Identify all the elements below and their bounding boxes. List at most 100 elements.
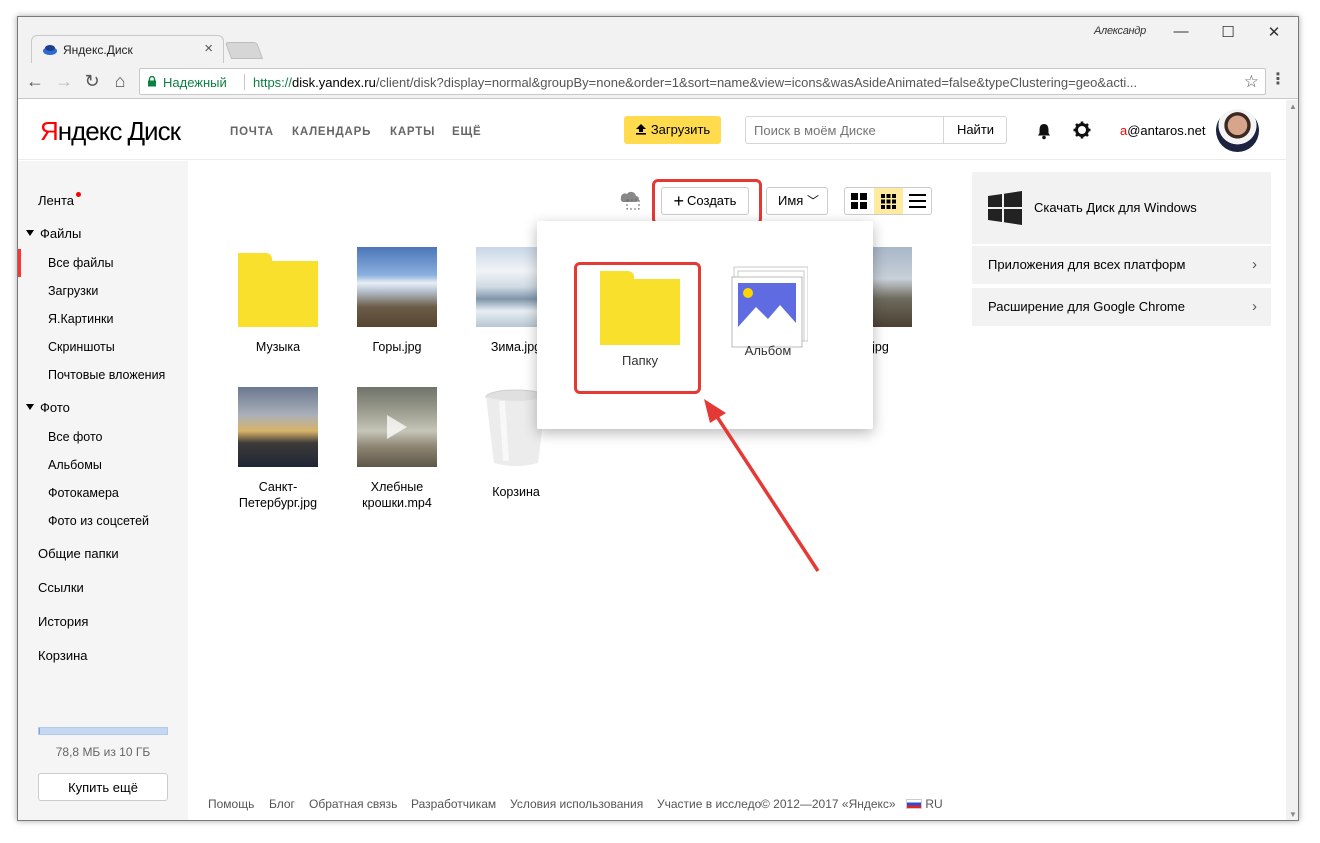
view-list[interactable]	[903, 188, 932, 214]
sidebar-item-screenshots[interactable]: Скриншоты	[48, 340, 115, 354]
sidebar-item-links[interactable]: Ссылки	[38, 580, 84, 595]
promo-all-platforms[interactable]: Приложения для всех платформ ›	[972, 246, 1271, 284]
omnibox-divider	[244, 74, 245, 90]
file-name: Музыка	[255, 340, 301, 354]
sidebar-item-ya-pictures[interactable]: Я.Картинки	[48, 312, 113, 326]
file-name: Горы.jpg	[372, 340, 422, 354]
upload-button[interactable]: Загрузить	[624, 116, 721, 144]
active-indicator	[18, 249, 21, 277]
photo-thumbnail	[238, 387, 318, 467]
app-header: Яндекс Диск ПОЧТА КАЛЕНДАРЬ КАРТЫ ЕЩЁ Заг…	[18, 100, 1286, 160]
home-icon[interactable]: ⌂	[109, 71, 131, 93]
annotation-arrow-icon	[704, 399, 820, 572]
browser-menu-icon[interactable]: ⋮	[1270, 69, 1286, 89]
yandex-disk-logo[interactable]: Яндекс Диск	[40, 116, 181, 147]
scroll-down-icon[interactable]: ▼	[1286, 808, 1298, 820]
search-input[interactable]	[746, 117, 943, 143]
caret-down-icon	[26, 404, 34, 410]
file-item[interactable]: Санкт-Петербург.jpg	[228, 387, 328, 511]
window-user-name: Александр	[1094, 25, 1146, 37]
bookmark-star-icon[interactable]: ☆	[1244, 72, 1259, 92]
sidebar-item-history[interactable]: История	[38, 614, 88, 629]
footer-feedback-link[interactable]: Обратная связь	[309, 797, 397, 811]
sidebar-item-feed[interactable]: Лента	[38, 192, 81, 208]
address-bar[interactable]: Надежный https://disk.yandex.ru/client/d…	[139, 68, 1266, 95]
file-name: Корзина	[492, 485, 540, 499]
sidebar-item-shared[interactable]: Общие папки	[38, 546, 119, 561]
buy-more-button[interactable]: Купить ещё	[38, 773, 168, 801]
sidebar-item-camera[interactable]: Фотокамера	[48, 486, 119, 500]
file-name: Хлебные крошки.mp4	[362, 480, 432, 510]
reload-icon[interactable]: ↻	[81, 71, 103, 93]
tab-close-icon[interactable]: ×	[204, 40, 213, 57]
sidebar-item-all-photos[interactable]: Все фото	[48, 430, 103, 444]
nav-more[interactable]: ЕЩЁ	[452, 126, 481, 138]
sort-dropdown[interactable]: Имя ﹀	[766, 187, 828, 215]
list-icon	[909, 194, 926, 208]
close-window-icon[interactable]: ✕	[1259, 23, 1289, 43]
maximize-icon[interactable]: ☐	[1213, 23, 1243, 43]
back-icon[interactable]: ←	[24, 71, 46, 93]
view-large-icons[interactable]	[845, 188, 874, 214]
quota-bar	[38, 727, 168, 735]
sort-label: Имя	[778, 193, 804, 208]
promo-chrome-extension[interactable]: Расширение для Google Chrome ›	[972, 288, 1271, 326]
sidebar-item-social-photos[interactable]: Фото из соцсетей	[48, 514, 149, 528]
logo-yandex: Яндекс	[40, 116, 122, 146]
video-thumbnail	[357, 387, 437, 467]
tab-title: Яндекс.Диск	[63, 43, 133, 57]
chevron-right-icon: ›	[1252, 298, 1257, 315]
page-scrollbar[interactable]: ▲ ▼	[1286, 100, 1298, 820]
sidebar: Лента Файлы Все файлы Загрузки Я.Картинк…	[18, 161, 188, 820]
create-album-option[interactable]: Альбом	[718, 265, 818, 358]
account-name[interactable]: a@antaros.net	[1120, 123, 1205, 138]
footer-developers-link[interactable]: Разработчикам	[411, 797, 496, 811]
sidebar-item-albums[interactable]: Альбомы	[48, 458, 102, 472]
caret-down-icon	[26, 230, 34, 236]
view-switcher	[844, 187, 932, 215]
large-grid-icon	[851, 193, 867, 209]
nav-mail[interactable]: ПОЧТА	[230, 126, 274, 138]
logo-disk: Диск	[127, 116, 181, 146]
folder-option-highlight	[574, 262, 701, 394]
file-item[interactable]: Горы.jpg	[347, 247, 447, 355]
minimize-icon[interactable]: —	[1166, 23, 1196, 43]
bell-icon[interactable]	[1035, 122, 1053, 140]
small-grid-icon	[881, 194, 896, 209]
lock-icon	[148, 76, 156, 87]
search-box: Найти	[745, 116, 1007, 144]
gear-icon[interactable]	[1073, 121, 1091, 139]
sidebar-item-all-files[interactable]: Все файлы	[48, 256, 114, 270]
forward-icon[interactable]: →	[53, 71, 75, 93]
select-cloud-icon[interactable]	[618, 188, 642, 210]
create-button-highlight	[652, 179, 762, 225]
browser-tab[interactable]: Яндекс.Диск ×	[31, 35, 224, 63]
browser-toolbar: ← → ↻ ⌂ Надежный https://disk.yandex.ru/…	[18, 63, 1298, 99]
sidebar-item-mail-attachments[interactable]: Почтовые вложения	[48, 368, 165, 382]
nav-calendar[interactable]: КАЛЕНДАРЬ	[292, 126, 371, 138]
avatar[interactable]	[1216, 109, 1259, 152]
footer-blog-link[interactable]: Блог	[269, 797, 295, 811]
promo-download-windows[interactable]: Скачать Диск для Windows	[972, 172, 1271, 244]
search-button[interactable]: Найти	[943, 117, 1007, 143]
sidebar-item-trash[interactable]: Корзина	[38, 648, 88, 663]
footer-language-switch[interactable]: RU	[906, 797, 943, 811]
sidebar-item-downloads[interactable]: Загрузки	[48, 284, 98, 298]
footer-copyright: © 2012—2017 «Яндекс»	[761, 797, 896, 811]
upload-arrow-icon	[635, 124, 646, 135]
file-name: Санкт-Петербург.jpg	[238, 480, 318, 510]
file-item[interactable]: Музыка	[228, 247, 328, 355]
upload-label: Загрузить	[650, 122, 711, 137]
scroll-up-icon[interactable]: ▲	[1286, 100, 1298, 114]
promo-download-text: Скачать Диск для Windows	[1034, 200, 1197, 215]
nav-maps[interactable]: КАРТЫ	[390, 126, 435, 138]
new-tab-button[interactable]	[224, 42, 264, 59]
sidebar-item-files[interactable]: Файлы	[26, 226, 81, 241]
file-item[interactable]: Хлебные крошки.mp4	[347, 387, 447, 511]
sidebar-item-photo[interactable]: Фото	[26, 400, 70, 415]
footer-research-link[interactable]: Участие в исследо	[657, 797, 761, 811]
footer-terms-link[interactable]: Условия использования	[510, 797, 643, 811]
yandex-disk-favicon-icon	[43, 45, 57, 55]
footer-help-link[interactable]: Помощь	[208, 797, 254, 811]
view-small-icons[interactable]	[874, 188, 903, 214]
